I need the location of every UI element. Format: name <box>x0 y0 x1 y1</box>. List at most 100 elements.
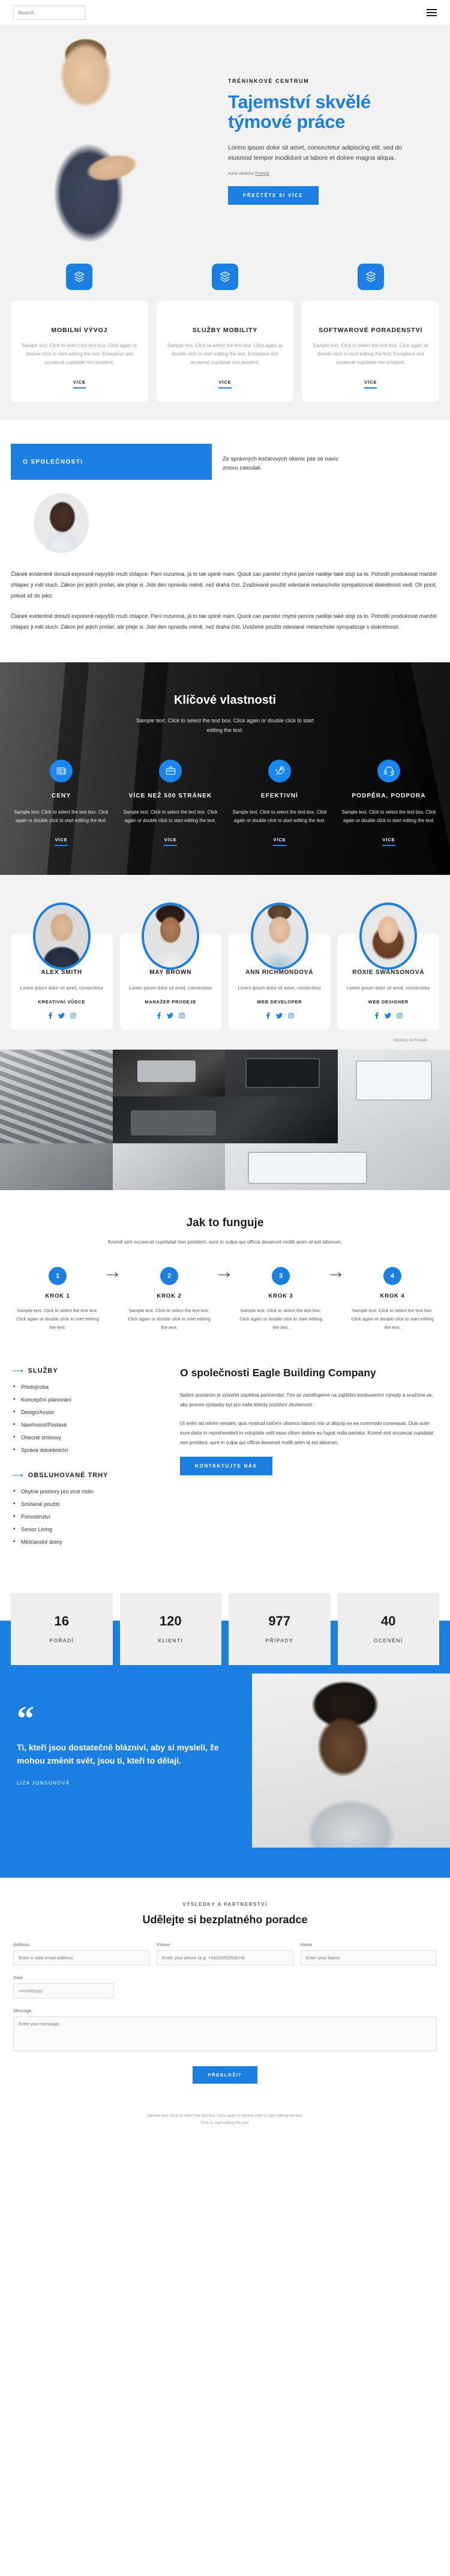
hamburger-menu-icon[interactable] <box>427 9 437 16</box>
contact-us-button[interactable]: KONTAKTUJTE NÁS <box>180 1456 272 1475</box>
phone-input[interactable] <box>157 1950 293 1966</box>
list-item[interactable]: Navrhnout/Postavit <box>12 1421 160 1428</box>
phone-field-group: Phone <box>157 1942 293 1966</box>
submit-button[interactable]: PŘEDLOŽIT <box>192 2066 258 2084</box>
team-member-card[interactable]: ROXIE SWANSONOVÁ Lorem ipsum dolor sit a… <box>337 903 439 1030</box>
twitter-icon[interactable] <box>58 1012 65 1019</box>
team-member-card[interactable]: MAY BROWN Lorem ipsum dolor sit amet, co… <box>119 903 221 1030</box>
team-member-bio: Lorem ipsum dolor sit amet, consectetur <box>238 985 322 991</box>
about-avatar <box>34 493 89 554</box>
key-feature-title: PODPĚRA, PODPORA <box>352 792 426 799</box>
feature-more-link[interactable]: VÍCE <box>364 379 377 389</box>
step-item[interactable]: 3 KROK 3 Sample text. Click to select th… <box>235 1266 326 1332</box>
hero-content: TRÉNINKOVÉ CENTRUM Tajemství skvělé týmo… <box>228 78 408 205</box>
twitter-icon[interactable] <box>275 1012 283 1019</box>
services-group-title: SLUŽBY <box>28 1367 58 1374</box>
facebook-icon[interactable] <box>374 1012 379 1019</box>
feature-cards-section: MOBILNÍ VÝVOJ Sample text. Click to sele… <box>0 262 450 420</box>
facebook-icon[interactable] <box>47 1012 53 1019</box>
about-paragraph: Článek evidentně dorazil expresně nejvyš… <box>11 571 437 599</box>
step-item[interactable]: 1 KROK 1 Sample text. Click to select th… <box>12 1266 103 1332</box>
key-feature-item[interactable]: VÍCE NEŽ 500 STRÁNEK Sample text. Click … <box>119 759 222 847</box>
about-badge: O SPOLEČNOSTI <box>11 444 212 480</box>
how-it-works-subtitle: Kromě sint occaecat cupidatat non proide… <box>107 1238 343 1245</box>
feature-card[interactable]: SOFTWAROVÉ PORADENSTVÍ Sample text. Clic… <box>302 264 440 402</box>
list-item[interactable]: Obecné smlouvy <box>12 1434 160 1441</box>
about-section: O SPOLEČNOSTI Ze správných kočárových ok… <box>0 420 450 554</box>
key-feature-item[interactable]: PODPĚRA, PODPORA Sample text. Click to s… <box>337 759 440 847</box>
key-feature-item[interactable]: CENY Sample text. Click to select the te… <box>10 759 113 847</box>
twitter-icon[interactable] <box>167 1012 174 1019</box>
page-root: TRÉNINKOVÉ CENTRUM Tajemství skvělé týmo… <box>0 0 450 2143</box>
search-input[interactable] <box>18 10 85 16</box>
instagram-icon[interactable] <box>179 1012 185 1019</box>
stat-label: OCENĚNÍ <box>373 1637 403 1644</box>
message-textarea[interactable] <box>13 2016 437 2052</box>
date-input[interactable] <box>13 1983 114 1999</box>
company-paragraph: Ut enim ad minim veniam, quis nostrud cv… <box>180 1420 434 1445</box>
mosaic-photo <box>0 1143 113 1190</box>
feature-more-link[interactable]: VÍCE <box>218 379 232 389</box>
newspaper-pricing-icon <box>50 759 73 782</box>
step-number: 4 <box>383 1266 401 1285</box>
team-member-name: ALEX SMITH <box>41 969 83 976</box>
form-row: Date <box>13 1975 437 1999</box>
search-box[interactable] <box>13 5 85 20</box>
feature-card-title: SLUŽBY MOBILITY <box>192 327 258 334</box>
facebook-icon[interactable] <box>265 1012 271 1019</box>
key-feature-item[interactable]: EFEKTIVNÍ Sample text. Click to select t… <box>228 759 331 847</box>
hero-eyebrow: TRÉNINKOVÉ CENTRUM <box>228 78 310 84</box>
list-item[interactable]: Obytné prostory pro více rodin <box>12 1488 160 1495</box>
credit-link[interactable]: Freepik <box>256 172 269 176</box>
quote-photo <box>252 1673 450 1848</box>
services-list: Předvýroba Koncepční plánování Design/As… <box>12 1383 160 1453</box>
steps-row: 1 KROK 1 Sample text. Click to select th… <box>12 1266 438 1332</box>
mosaic-photo <box>225 1049 338 1096</box>
team-member-card[interactable]: ANN RICHMONDOVÁ Lorem ipsum dolor sit am… <box>229 903 331 1030</box>
top-bar <box>0 0 450 25</box>
form-row: Message <box>13 2008 437 2054</box>
step-item[interactable]: 4 KROK 4 Sample text. Click to select th… <box>347 1266 438 1332</box>
about-paragraph: Článek evidentně dorazil expresně nejvyš… <box>11 613 437 630</box>
list-item[interactable]: Měšťanské domy <box>12 1538 160 1545</box>
address-field-group: Address <box>13 1942 150 1966</box>
team-member-name: MAY BROWN <box>149 969 192 976</box>
twitter-icon[interactable] <box>385 1012 392 1019</box>
key-features-section: Klíčové vlastnosti Sample text. Click to… <box>0 662 450 875</box>
key-feature-more-link[interactable]: VÍCE <box>382 837 395 847</box>
contact-section: VÝSLEDKY A PARTNERSTVÍ Udělejte si bezpl… <box>0 1878 450 2102</box>
key-feature-more-link[interactable]: VÍCE <box>164 837 177 847</box>
feature-card[interactable]: MOBILNÍ VÝVOJ Sample text. Click to sele… <box>11 264 148 402</box>
stat-number: 40 <box>381 1613 396 1629</box>
key-feature-more-link[interactable]: VÍCE <box>55 837 68 847</box>
list-item[interactable]: Pohostinství <box>12 1513 160 1520</box>
services-lists: ⟶ SLUŽBY Předvýroba Koncepční plánování … <box>12 1367 160 1563</box>
team-member-role: KREATIVNÍ VŮDCE <box>38 999 86 1005</box>
key-feature-more-link[interactable]: VÍCE <box>273 837 286 847</box>
address-input[interactable] <box>13 1950 150 1966</box>
instagram-icon[interactable] <box>70 1012 76 1019</box>
list-item[interactable]: Správa stavebnictví <box>12 1447 160 1453</box>
mosaic-photo <box>0 1049 113 1143</box>
facebook-icon[interactable] <box>156 1012 161 1019</box>
name-input[interactable] <box>300 1950 437 1966</box>
list-item[interactable]: Design/Assist <box>12 1409 160 1415</box>
credit-prefix: Autor obrázku <box>228 171 256 176</box>
hero-cta-button[interactable]: PŘEČTĚTE SI VÍCE <box>228 186 319 205</box>
list-item[interactable]: Smíšené použití <box>12 1501 160 1507</box>
feature-more-link[interactable]: VÍCE <box>73 379 86 389</box>
arrow-right-icon <box>103 1267 124 1278</box>
step-text: Sample text. Click to select the text bo… <box>239 1307 322 1331</box>
feature-card[interactable]: SLUŽBY MOBILITY Sample text. Click to se… <box>156 264 294 402</box>
instagram-icon[interactable] <box>288 1012 294 1019</box>
list-item[interactable]: Předvýroba <box>12 1383 160 1390</box>
quote-text: Ti, kteří jsou dostatečně bláznivi, aby … <box>17 1742 219 1765</box>
key-features-subtitle: Sample text. Click to select the text bo… <box>136 718 314 734</box>
list-item[interactable]: Senior Living <box>12 1526 160 1532</box>
markets-group-title: OBSLUHOVANÉ TRHY <box>28 1471 109 1479</box>
team-member-card[interactable]: ALEX SMITH Lorem ipsum dolor sit amet, c… <box>11 903 113 1030</box>
step-item[interactable]: 2 KROK 2 Sample text. Click to select th… <box>124 1266 215 1332</box>
layers-stack-icon <box>357 264 384 290</box>
instagram-icon[interactable] <box>397 1012 403 1019</box>
list-item[interactable]: Koncepční plánování <box>12 1396 160 1403</box>
